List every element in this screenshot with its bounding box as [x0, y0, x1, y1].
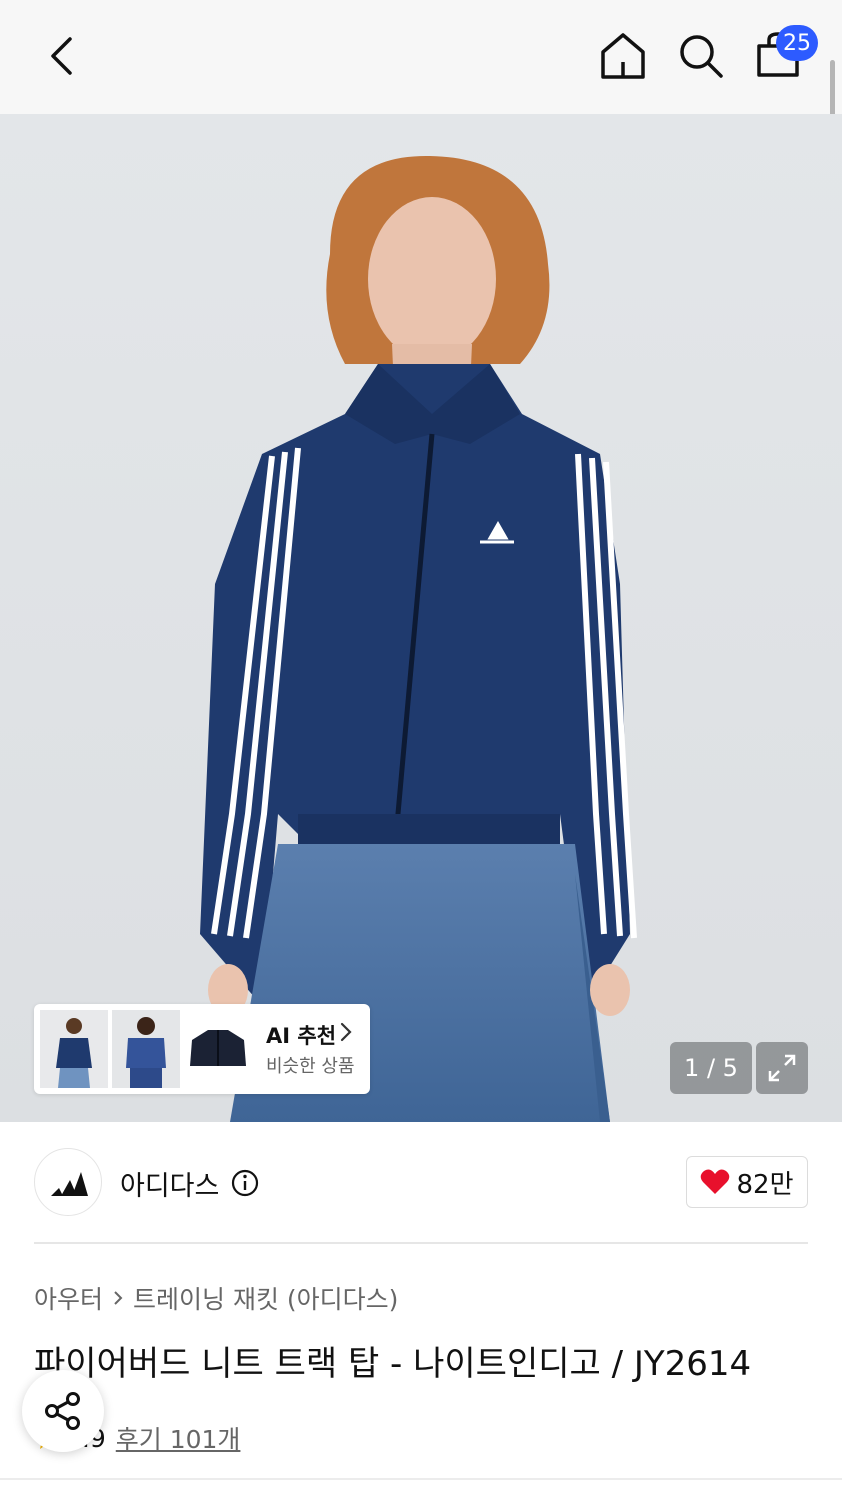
thumbnail-image: [40, 1010, 108, 1088]
chevron-right-icon: [114, 1291, 123, 1305]
divider: [34, 1242, 808, 1244]
home-icon: [601, 33, 645, 79]
search-button[interactable]: [676, 30, 726, 82]
product-photo: [0, 114, 842, 1122]
reviews-link[interactable]: 후기 101개: [116, 1420, 241, 1456]
heart-icon: [701, 1169, 730, 1194]
chevron-left-icon: [51, 37, 72, 75]
ai-recommend-title: AI 추천: [266, 1024, 337, 1048]
thumbnail-image: [112, 1010, 180, 1088]
recommend-thumbnail[interactable]: [184, 1010, 252, 1088]
recommend-thumbnail[interactable]: [40, 1010, 108, 1088]
product-page: 25 AI 추천 비슷한 상품 1 / 5 아디다스 82만 아우터 트레이닝 …: [0, 0, 842, 1500]
top-bar: 25: [0, 0, 842, 114]
breadcrumb: 아우터 트레이닝 재킷 (아디다스): [34, 1280, 398, 1316]
breadcrumb-category[interactable]: 아우터: [34, 1280, 103, 1316]
like-count: 82만: [736, 1169, 794, 1200]
product-image[interactable]: [0, 114, 842, 1122]
search-icon: [680, 35, 723, 78]
chevron-right-icon: [340, 1022, 352, 1042]
thumbnail-image: [184, 1010, 252, 1088]
share-button[interactable]: [22, 1370, 104, 1452]
home-button[interactable]: [598, 30, 648, 82]
product-title: 파이어버드 니트 트랙 탑 - 나이트인디고 / JY2614: [34, 1344, 752, 1384]
divider: [0, 1478, 842, 1480]
image-counter: 1 / 5: [670, 1042, 752, 1094]
cart-count-badge: 25: [776, 25, 818, 61]
share-icon: [45, 1392, 80, 1430]
breadcrumb-subcategory[interactable]: 트레이닝 재킷 (아디다스): [133, 1280, 398, 1316]
like-button[interactable]: 82만: [686, 1156, 808, 1208]
expand-image-button[interactable]: [756, 1042, 808, 1094]
back-button[interactable]: [38, 30, 84, 82]
brand-logo[interactable]: [34, 1148, 102, 1216]
adidas-logo-icon: [51, 1172, 88, 1196]
ai-recommend-subtitle: 비슷한 상품: [266, 1056, 355, 1077]
ai-recommend-card[interactable]: AI 추천 비슷한 상품: [34, 1004, 370, 1094]
info-icon[interactable]: [230, 1168, 260, 1198]
brand-name[interactable]: 아디다스: [120, 1164, 219, 1203]
expand-icon: [768, 1054, 796, 1082]
recommend-thumbnail[interactable]: [112, 1010, 180, 1088]
